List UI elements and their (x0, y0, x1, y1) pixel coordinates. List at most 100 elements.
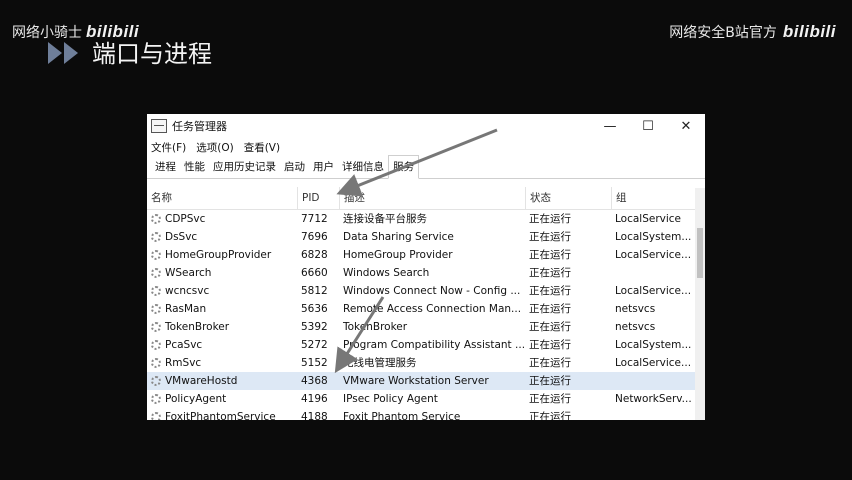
pid-cell: 5272 (301, 339, 328, 351)
status-cell: 正在运行 (529, 285, 571, 297)
service-name-cell: PolicyAgent (147, 390, 297, 408)
description-cell: IPsec Policy Agent (343, 393, 438, 405)
column-header-pid[interactable]: PID (297, 187, 339, 209)
status-cell: 正在运行 (529, 339, 571, 351)
menu-view[interactable]: 查看(V) (244, 140, 280, 155)
watermark-right-text: 网络安全B站官方 (669, 25, 777, 41)
service-gear-icon (151, 286, 161, 296)
title-bar[interactable]: 任务管理器 — ☐ ✕ (147, 114, 705, 138)
service-name-cell: DsSvc (147, 228, 297, 246)
service-gear-icon (151, 232, 161, 242)
service-gear-icon (151, 376, 161, 386)
table-row[interactable]: TokenBroker 5392 TokenBroker 正在运行 netsvcs (147, 318, 705, 336)
status-cell: 正在运行 (529, 357, 571, 369)
status-cell: 正在运行 (529, 267, 571, 279)
minimize-button[interactable]: — (591, 114, 629, 138)
service-gear-icon (151, 340, 161, 350)
service-name-cell: wcncsvc (147, 282, 297, 300)
bilibili-logo-right: bilibili (782, 22, 836, 41)
description-cell: Windows Search (343, 267, 430, 279)
tab-startup[interactable]: 启动 (280, 156, 309, 178)
status-cell: 正在运行 (529, 303, 571, 315)
pid-cell: 7712 (301, 213, 328, 225)
service-name-cell: RasMan (147, 300, 297, 318)
pid-cell: 4188 (301, 411, 328, 420)
tab-details[interactable]: 详细信息 (338, 156, 388, 178)
vertical-scrollbar[interactable] (695, 188, 705, 420)
pid-cell: 6828 (301, 249, 328, 261)
close-button[interactable]: ✕ (667, 114, 705, 138)
pid-cell: 5392 (301, 321, 328, 333)
table-row[interactable]: WSearch 6660 Windows Search 正在运行 (147, 264, 705, 282)
description-cell: Windows Connect Now - Config ... (343, 285, 521, 297)
pid-cell: 4196 (301, 393, 328, 405)
tab-users[interactable]: 用户 (309, 156, 338, 178)
column-header-status[interactable]: 状态 (525, 187, 611, 209)
description-cell: Program Compatibility Assistant ... (343, 339, 525, 351)
group-cell: LocalService (615, 213, 682, 225)
services-table: 名称 PID 描述 状态 组 CDPSvc 7712 连接设备平台服务 正在运行 Loc… (147, 187, 705, 420)
group-cell: netsvcs (615, 321, 656, 333)
table-row[interactable]: VMwareHostd 4368 VMware Workstation Server… (147, 372, 705, 390)
description-cell: Foxit Phantom Service (343, 411, 461, 420)
status-cell: 正在运行 (529, 231, 571, 243)
description-cell: VMware Workstation Server (343, 375, 489, 387)
table-row[interactable]: RasMan 5636 Remote Access Connection Man..… (147, 300, 705, 318)
table-row[interactable]: CDPSvc 7712 连接设备平台服务 正在运行 LocalService (147, 210, 705, 228)
column-header-name[interactable]: 名称 (147, 187, 297, 209)
group-cell: LocalSystem... (615, 231, 691, 243)
pid-cell: 7696 (301, 231, 328, 243)
description-cell: Remote Access Connection Man... (343, 303, 522, 315)
service-name-cell: VMwareHostd (147, 372, 297, 390)
service-gear-icon (151, 394, 161, 404)
scrollbar-thumb[interactable] (697, 228, 703, 278)
group-cell (611, 372, 691, 390)
service-name-cell: WSearch (147, 264, 297, 282)
table-row[interactable]: DsSvc 7696 Data Sharing Service 正在运行 LocalSy… (147, 228, 705, 246)
service-name-cell: PcaSvc (147, 336, 297, 354)
column-header-desc[interactable]: 描述 (339, 187, 525, 209)
service-name-cell: CDPSvc (147, 210, 297, 228)
group-cell: NetworkServ... (615, 393, 691, 405)
service-name-cell: FoxitPhantomService (147, 408, 297, 420)
menu-options[interactable]: 选项(O) (196, 140, 233, 155)
slide-title-text: 端口与进程 (92, 40, 212, 68)
pid-cell: 4368 (301, 375, 328, 387)
tab-processes[interactable]: 进程 (151, 156, 180, 178)
column-header-group[interactable]: 组 (611, 187, 691, 209)
status-cell: 正在运行 (529, 249, 571, 261)
service-gear-icon (151, 358, 161, 368)
group-cell: LocalService... (615, 285, 691, 297)
pid-cell: 5636 (301, 303, 328, 315)
double-play-icon (48, 38, 84, 66)
status-cell: 正在运行 (529, 375, 571, 387)
group-cell (611, 264, 691, 282)
maximize-button[interactable]: ☐ (629, 114, 667, 138)
service-gear-icon (151, 268, 161, 278)
tab-services[interactable]: 服务 (388, 155, 419, 179)
table-row[interactable]: PolicyAgent 4196 IPsec Policy Agent 正在运行 Net… (147, 390, 705, 408)
description-cell: TokenBroker (343, 321, 408, 333)
service-gear-icon (151, 214, 161, 224)
service-name-cell: RmSvc (147, 354, 297, 372)
table-row[interactable]: HomeGroupProvider 6828 HomeGroup Provider 正… (147, 246, 705, 264)
table-row[interactable]: FoxitPhantomService 4188 Foxit Phantom Ser… (147, 408, 705, 420)
pid-cell: 5812 (301, 285, 328, 297)
menu-bar: 文件(F) 选项(O) 查看(V) (147, 138, 705, 156)
tab-app-history[interactable]: 应用历史记录 (209, 156, 280, 178)
tab-performance[interactable]: 性能 (180, 156, 209, 178)
service-gear-icon (151, 250, 161, 260)
status-cell: 正在运行 (529, 321, 571, 333)
description-cell: 连接设备平台服务 (343, 213, 427, 225)
group-cell: LocalService... (615, 357, 691, 369)
table-row[interactable]: wcncsvc 5812 Windows Connect Now - Config … (147, 282, 705, 300)
menu-file[interactable]: 文件(F) (151, 140, 186, 155)
service-gear-icon (151, 304, 161, 314)
pid-cell: 6660 (301, 267, 328, 279)
table-row[interactable]: PcaSvc 5272 Program Compatibility Assistan… (147, 336, 705, 354)
status-cell: 正在运行 (529, 411, 571, 420)
table-row[interactable]: RmSvc 5152 无线电管理服务 正在运行 LocalService... (147, 354, 705, 372)
table-header: 名称 PID 描述 状态 组 (147, 187, 705, 210)
status-cell: 正在运行 (529, 213, 571, 225)
task-manager-icon (151, 119, 167, 133)
